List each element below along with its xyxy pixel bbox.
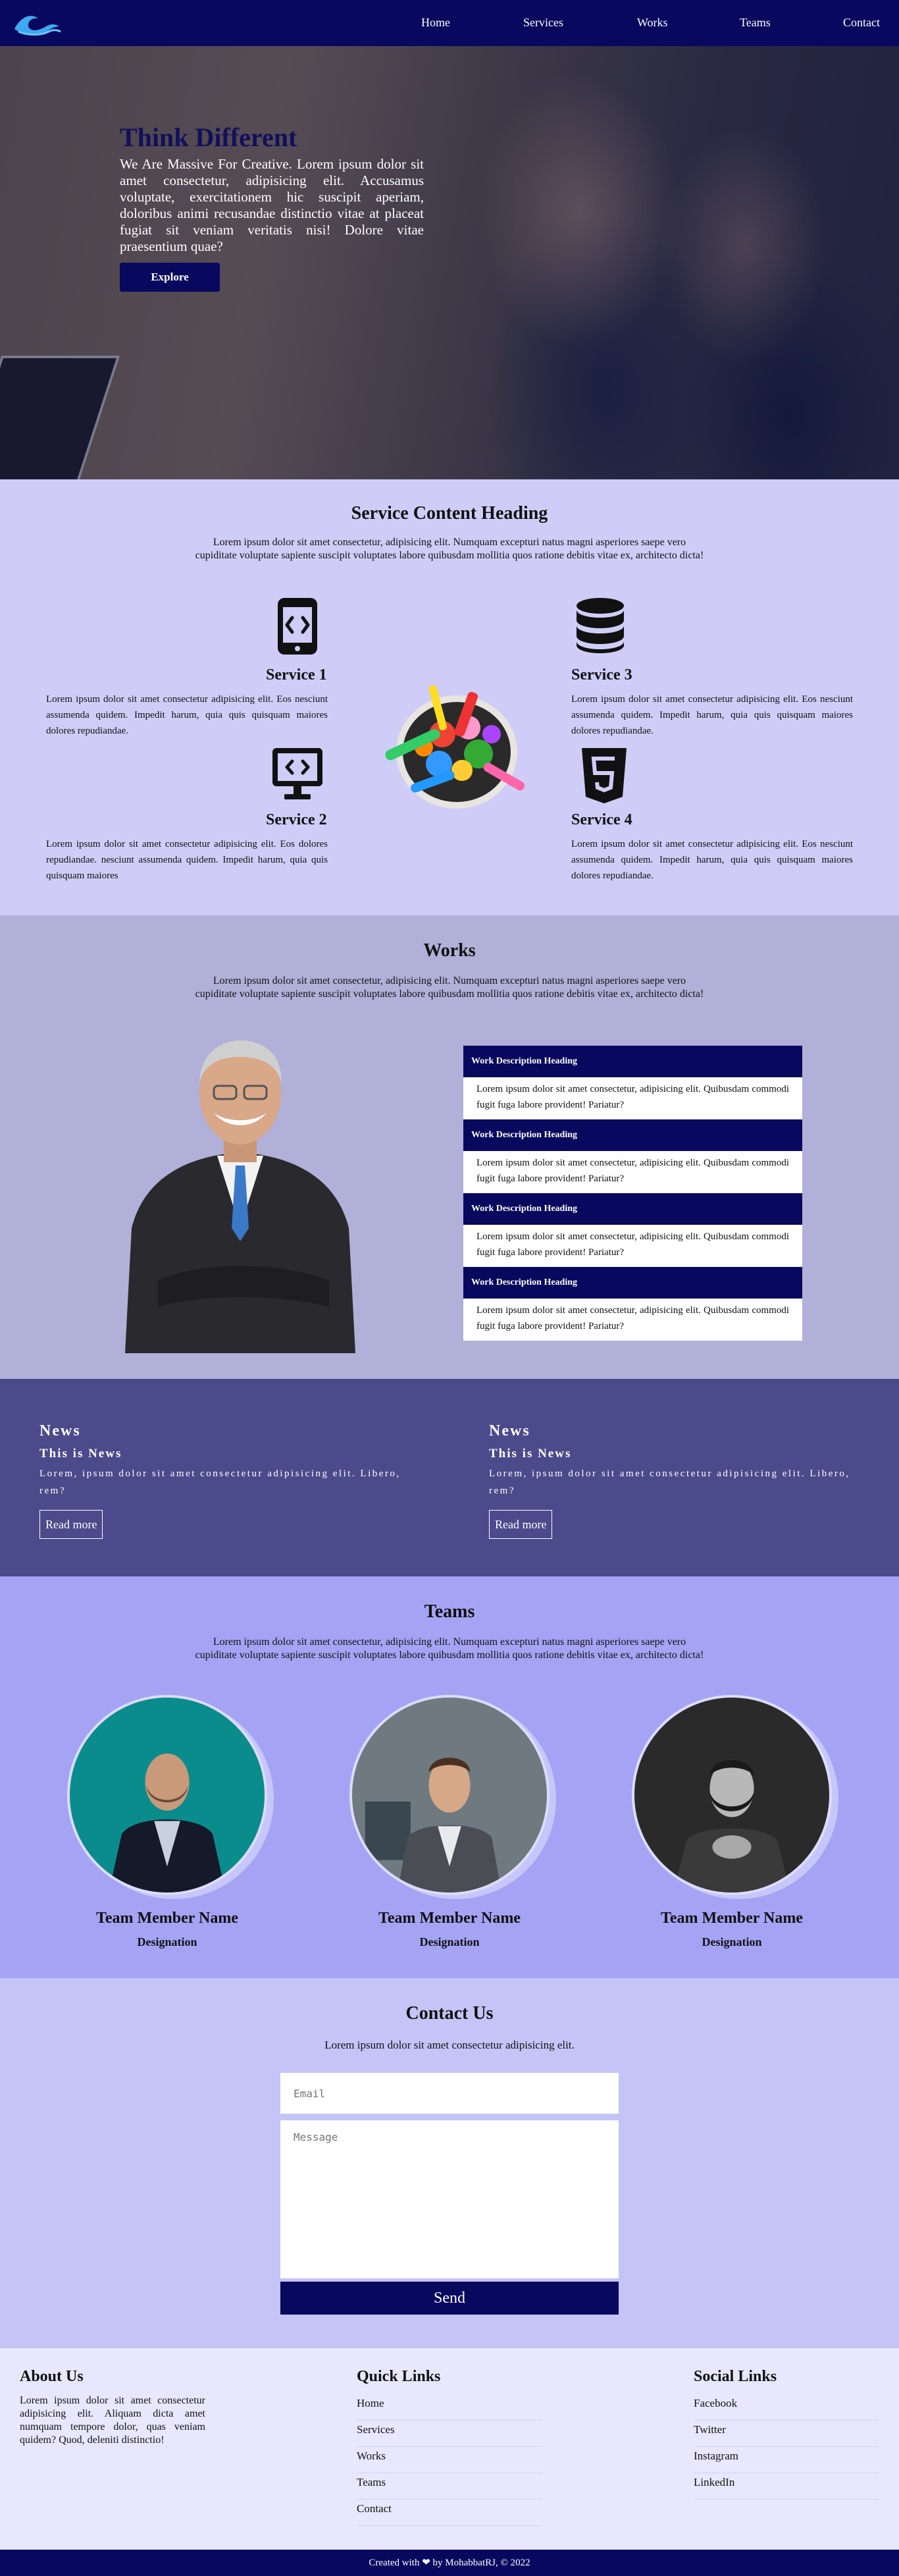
work-item-heading: Work Description Heading xyxy=(463,1046,802,1077)
work-item-4: Work Description Heading Lorem ipsum dol… xyxy=(463,1267,802,1341)
work-item-1: Work Description Heading Lorem ipsum dol… xyxy=(463,1046,802,1119)
services-title: Service Content Heading xyxy=(351,503,548,523)
team-member-name: Team Member Name xyxy=(661,1910,803,1927)
hero-content: Think Different We Are Massive For Creat… xyxy=(120,122,424,292)
nav-link-contact[interactable]: Contact xyxy=(843,16,880,30)
service-2-title: Service 2 xyxy=(266,811,327,828)
team-member-designation: Designation xyxy=(419,1935,480,1948)
nav-link-teams[interactable]: Teams xyxy=(740,16,771,30)
nav-link-services[interactable]: Services xyxy=(523,16,563,30)
news-text: Lorem, ipsum dolor sit amet consectetur … xyxy=(489,1468,850,1496)
team-member-designation: Designation xyxy=(702,1935,762,1948)
avatar xyxy=(67,1695,267,1895)
nav-link-home[interactable]: Home xyxy=(421,16,450,30)
works-subtitle: Lorem ipsum dolor sit amet consectetur, … xyxy=(195,975,704,1000)
service-1-title: Service 1 xyxy=(266,666,327,684)
contact-subtitle: Lorem ipsum dolor sit amet consectetur a… xyxy=(324,2039,575,2051)
work-item-text: Lorem ipsum dolor sit amet consectetur, … xyxy=(463,1299,802,1341)
news-section: News This is News Lorem, ipsum dolor sit… xyxy=(0,1379,899,1576)
footer-link-linkedin[interactable]: LinkedIn xyxy=(694,2473,879,2500)
work-item-heading: Work Description Heading xyxy=(463,1267,802,1299)
teams-title: Teams xyxy=(424,1601,475,1622)
team-member-card-2: Team Member Name Designation xyxy=(341,1695,558,1949)
work-item-3: Work Description Heading Lorem ipsum dol… xyxy=(463,1193,802,1267)
services-subtitle: Lorem ipsum dolor sit amet consectetur, … xyxy=(195,537,704,561)
html5-icon xyxy=(582,748,627,803)
heart-icon: ❤ xyxy=(422,2558,430,2568)
wave-logo-icon[interactable] xyxy=(12,9,62,37)
work-item-text: Lorem ipsum dolor sit amet consectetur, … xyxy=(463,1151,802,1193)
footer-link-contact[interactable]: Contact xyxy=(357,2500,542,2526)
footer-link-instagram[interactable]: Instagram xyxy=(694,2447,879,2473)
read-more-button[interactable]: Read more xyxy=(489,1510,553,1539)
news-text: Lorem, ipsum dolor sit amet consectetur … xyxy=(39,1468,401,1496)
news-heading: News xyxy=(489,1422,530,1439)
news-card-1: News This is News Lorem, ipsum dolor sit… xyxy=(39,1422,416,1539)
news-subheading: This is News xyxy=(489,1447,572,1461)
businessman-image xyxy=(125,1040,355,1353)
teams-subtitle: Lorem ipsum dolor sit amet consectetur, … xyxy=(195,1636,704,1661)
team-member-card-1: Team Member Name Designation xyxy=(59,1695,276,1949)
copyright-bar: Created with ❤ by MohabbatRJ, © 2022 xyxy=(0,2550,899,2576)
footer-quick-links-title: Quick Links xyxy=(357,2368,441,2385)
avatar xyxy=(349,1695,550,1895)
work-item-2: Work Description Heading Lorem ipsum dol… xyxy=(463,1119,802,1193)
news-card-2: News This is News Lorem, ipsum dolor sit… xyxy=(489,1422,865,1539)
footer-link-teams[interactable]: Teams xyxy=(357,2473,542,2500)
works-title: Works xyxy=(423,940,476,961)
footer-social-links-title: Social Links xyxy=(694,2368,777,2385)
footer-link-home[interactable]: Home xyxy=(357,2394,542,2421)
team-member-designation: Designation xyxy=(137,1935,197,1948)
team-member-name: Team Member Name xyxy=(378,1910,521,1927)
message-field[interactable] xyxy=(280,2120,619,2278)
work-item-text: Lorem ipsum dolor sit amet consectetur, … xyxy=(463,1225,802,1267)
footer-about-text: Lorem ipsum dolor sit amet consectetur a… xyxy=(20,2395,205,2446)
hero-text: We Are Massive For Creative. Lorem ipsum… xyxy=(120,156,424,254)
service-2-text: Lorem ipsum dolor sit amet consectetur a… xyxy=(46,839,328,881)
desktop-code-icon xyxy=(272,748,322,799)
top-navbar: Home Services Works Teams Contact xyxy=(0,0,899,46)
service-3-title: Service 3 xyxy=(571,666,632,684)
news-subheading: This is News xyxy=(39,1447,122,1461)
copyright-suffix: by MohabbatRJ, © 2022 xyxy=(432,2558,530,2568)
team-member-name: Team Member Name xyxy=(96,1910,238,1927)
hero-title: Think Different xyxy=(120,122,297,152)
mobile-code-icon xyxy=(278,598,317,655)
footer-link-facebook[interactable]: Facebook xyxy=(694,2394,879,2421)
footer-link-twitter[interactable]: Twitter xyxy=(694,2421,879,2447)
team-member-card-3: Team Member Name Designation xyxy=(623,1695,840,1949)
work-item-text: Lorem ipsum dolor sit amet consectetur, … xyxy=(463,1077,802,1119)
work-item-heading: Work Description Heading xyxy=(463,1193,802,1225)
service-1-text: Lorem ipsum dolor sit amet consectetur a… xyxy=(46,694,328,736)
database-icon xyxy=(577,598,624,653)
read-more-button[interactable]: Read more xyxy=(39,1510,103,1539)
footer-link-services[interactable]: Services xyxy=(357,2421,542,2447)
service-3-text: Lorem ipsum dolor sit amet consectetur a… xyxy=(571,694,853,736)
work-item-heading: Work Description Heading xyxy=(463,1119,802,1151)
footer-about-title: About Us xyxy=(20,2368,84,2385)
contact-title: Contact Us xyxy=(405,2003,494,2024)
send-button[interactable]: Send xyxy=(280,2282,619,2315)
avatar xyxy=(632,1695,832,1895)
service-4-title: Service 4 xyxy=(571,811,632,828)
email-field[interactable] xyxy=(280,2073,619,2114)
service-4-text: Lorem ipsum dolor sit amet consectetur a… xyxy=(571,839,853,881)
footer-link-works[interactable]: Works xyxy=(357,2447,542,2473)
nav-link-works[interactable]: Works xyxy=(637,16,668,30)
pencils-cup-image xyxy=(385,685,525,809)
explore-button[interactable]: Explore xyxy=(120,263,220,292)
copyright-prefix: Created with xyxy=(369,2558,420,2568)
news-heading: News xyxy=(39,1422,81,1439)
